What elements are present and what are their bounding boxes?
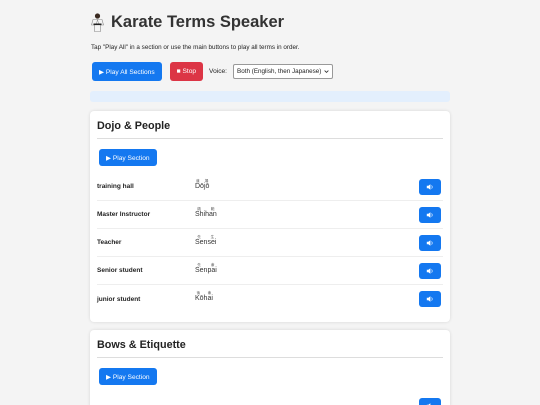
speak-button[interactable]	[419, 398, 441, 405]
term-english: Teacher	[97, 239, 122, 246]
term-row: training hall Dōjō道 場	[97, 173, 443, 201]
instructions-text: Tap "Play All" in a section or use the m…	[91, 44, 300, 51]
term-japanese: Shihan師 範	[195, 207, 217, 218]
section-title: Bows & Etiquette	[97, 339, 186, 351]
karate-person-icon	[90, 13, 105, 32]
voice-select[interactable]: Both (English, then Japanese)	[233, 64, 334, 79]
speaker-icon	[426, 296, 433, 302]
play-all-button[interactable]: ▶ Play All Sections	[92, 62, 162, 81]
section-card-bows-etiquette: Bows & Etiquette ▶ Play Section	[90, 330, 450, 405]
term-english: training hall	[97, 183, 134, 190]
term-japanese: Dōjō道 場	[195, 179, 210, 190]
speaker-icon	[426, 183, 433, 190]
term-row: junior student Kōhai後 輩	[97, 285, 443, 313]
term-row: Senior student Senpai先 輩	[97, 257, 443, 285]
term-row: Master Instructor Shihan師 範	[97, 201, 443, 229]
speak-button[interactable]	[419, 291, 441, 307]
play-section-button[interactable]: ▶ Play Section	[99, 149, 157, 166]
speaker-icon	[426, 211, 433, 218]
term-english: Senior student	[97, 267, 143, 274]
status-bar	[90, 91, 450, 102]
term-english: Master Instructor	[97, 211, 151, 218]
stop-button[interactable]: ■ Stop	[169, 62, 204, 81]
term-japanese: Kōhai後 輩	[195, 291, 213, 302]
play-section-button[interactable]: ▶ Play Section	[99, 368, 157, 385]
section-card-dojo-people: Dojo & People ▶ Play Section training ha…	[90, 111, 450, 322]
speak-button[interactable]	[419, 178, 441, 195]
chevron-down-icon	[324, 70, 330, 74]
section-divider	[97, 138, 443, 139]
main-controls: ▶ Play All Sections ■ Stop Voice: Both (…	[92, 62, 334, 81]
term-japanese: Sensei先 生	[195, 235, 217, 246]
term-japanese: Senpai先 輩	[195, 263, 217, 274]
speak-button[interactable]	[419, 206, 441, 223]
speaker-icon	[426, 267, 433, 274]
speaker-icon	[426, 239, 433, 246]
page-title: Karate Terms Speaker	[90, 13, 284, 32]
section-divider	[97, 357, 443, 358]
voice-select-value: Both (English, then Japanese)	[237, 68, 322, 75]
speak-button[interactable]	[419, 262, 441, 279]
term-row	[97, 392, 443, 405]
voice-label: Voice:	[209, 68, 228, 75]
speak-button[interactable]	[419, 234, 441, 251]
page-title-text: Karate Terms Speaker	[111, 13, 285, 31]
term-english: junior student	[97, 295, 141, 303]
term-row: Teacher Sensei先 生	[97, 229, 443, 257]
section-title: Dojo & People	[97, 120, 171, 132]
